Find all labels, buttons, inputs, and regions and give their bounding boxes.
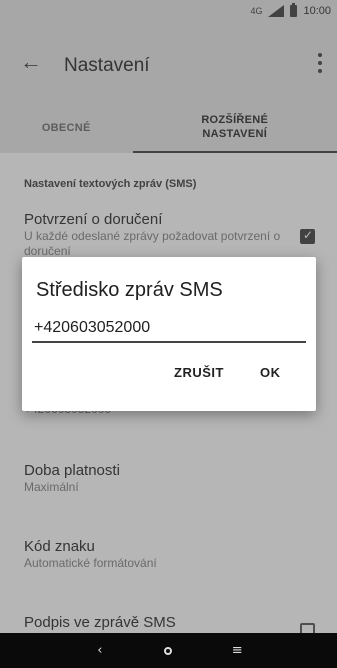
nav-back-icon[interactable]: ‹ [85, 643, 115, 658]
dialog-title: Středisko zpráv SMS [36, 279, 223, 301]
cancel-button[interactable]: ZRUŠIT [174, 365, 224, 380]
navigation-bar: ‹ ≡ [0, 633, 337, 668]
nav-home-icon[interactable] [164, 646, 173, 655]
ok-button[interactable]: OK [260, 365, 281, 380]
sms-center-dialog: Středisko zpráv SMS ZRUŠIT OK [22, 257, 316, 411]
sms-center-number-input[interactable] [32, 315, 306, 343]
nav-recents-icon[interactable]: ≡ [222, 643, 252, 658]
